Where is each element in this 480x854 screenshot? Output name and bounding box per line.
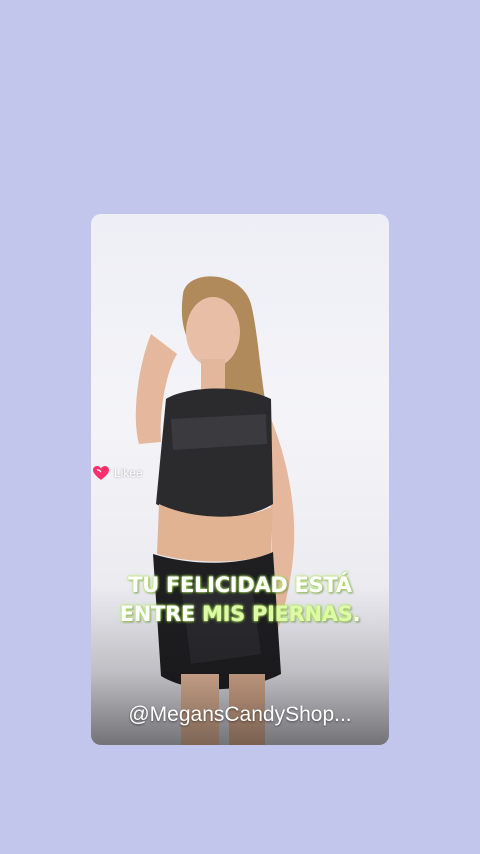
caption-line-2: ENTRE MIS PIERNAS. — [91, 602, 389, 626]
caption-line-2-end: . — [352, 602, 361, 626]
account-handle[interactable]: @MegansCandyShop... — [91, 703, 389, 727]
heart-icon — [93, 466, 109, 480]
likee-watermark: Likee — [92, 465, 143, 481]
caption-line-2-highlight: MIS PIERNAS — [202, 602, 353, 626]
caption-line-1: TU FELICIDAD ESTÁ — [128, 573, 352, 597]
caption-line-2-a: ENTRE — [119, 602, 203, 626]
watermark-label: Likee — [114, 466, 143, 480]
